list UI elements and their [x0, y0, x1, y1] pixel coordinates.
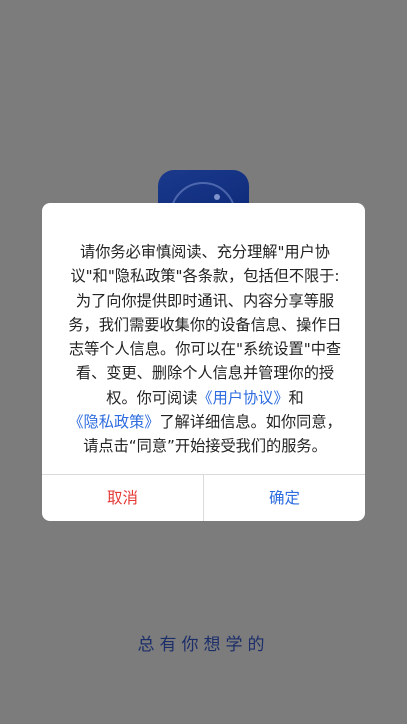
user-agreement-link[interactable]: 《用户协议》 [197, 389, 288, 407]
splash-slogan: 总有你想学的 [137, 635, 270, 655]
dialog-message: 请你务必审慎阅读、充分理解"用户协议"和"隐私政策"各条款，包括但不限于:为了向… [64, 240, 346, 459]
logo-dot-shape [214, 194, 220, 200]
cancel-button[interactable]: 取消 [42, 475, 203, 521]
privacy-policy-link[interactable]: 《隐私政策》 [68, 413, 159, 431]
confirm-button[interactable]: 确定 [204, 475, 365, 521]
dialog-text-and: 和 [288, 388, 304, 407]
dialog-text-intro: 请你务必审慎阅读、充分理解"用户协议"和"隐私政策"各条款，包括但不限于:为了向… [68, 243, 342, 407]
privacy-dialog: 请你务必审慎阅读、充分理解"用户协议"和"隐私政策"各条款，包括但不限于:为了向… [42, 203, 365, 521]
